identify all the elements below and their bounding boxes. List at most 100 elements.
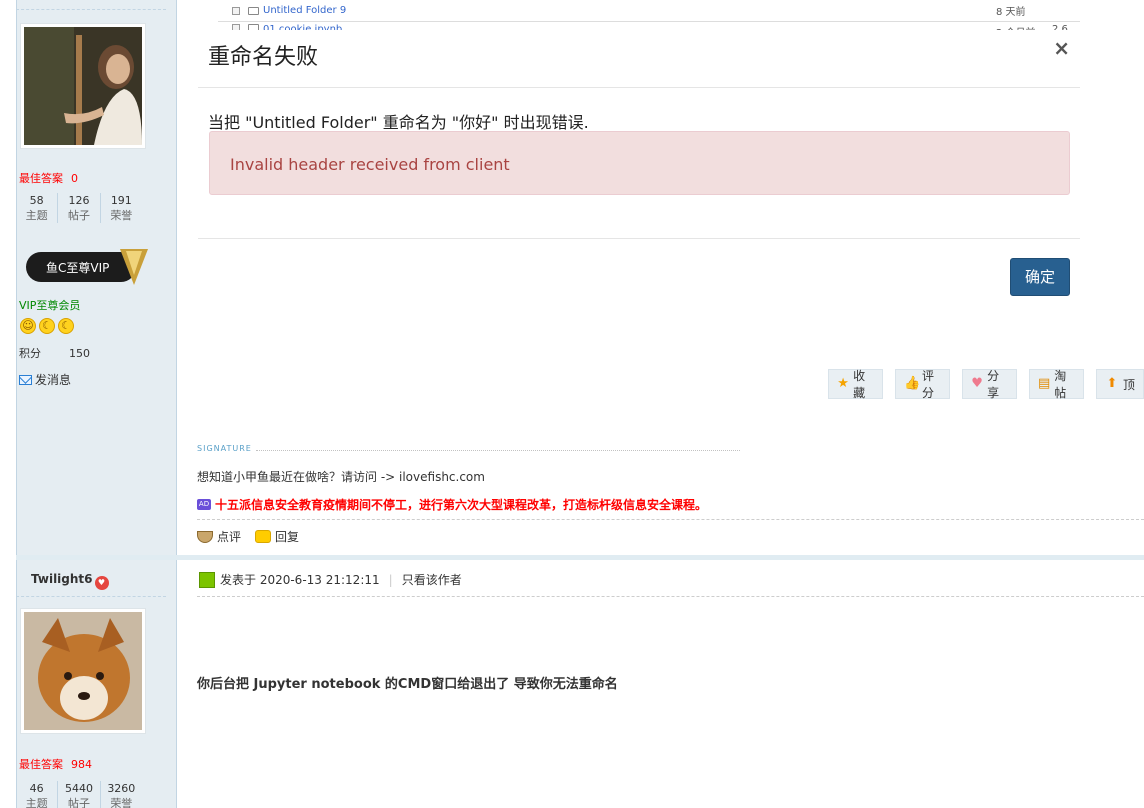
error-alert: Invalid header received from client [209, 131, 1070, 195]
collect-button[interactable]: ▤ 淘帖 [1029, 369, 1084, 400]
avatar-image [24, 612, 142, 730]
divider [197, 519, 1144, 520]
post-time: 发表于 2020-6-13 21:12:11 [220, 573, 380, 587]
smile-medal-icon[interactable]: ☺ [20, 318, 36, 334]
points-label: 积分 [19, 347, 41, 360]
post-body: 你后台把 Jupyter notebook 的CMD窗口给退出了 导致你无法重命… [197, 677, 618, 692]
reply-button[interactable]: 回复 [255, 528, 299, 545]
action-label: 收藏 [853, 369, 866, 400]
close-icon[interactable]: × [1053, 36, 1070, 60]
vip-group[interactable]: VIP至尊会员 [19, 297, 80, 313]
action-label: 评分 [922, 369, 935, 400]
up-arrow-icon: ⬆ [1106, 376, 1118, 391]
comment-button[interactable]: 点评 [197, 528, 241, 545]
heart-badge-icon: ♥ [94, 576, 109, 590]
avatar-image [24, 27, 142, 145]
action-label: 分享 [987, 369, 1000, 400]
signature-header: SIGNATURE [197, 444, 252, 453]
dialog-divider [198, 87, 1080, 88]
promo-text: 十五派信息安全教育疫情期间不停工，进行第六次大型课程改革，打造标杆级信息安全课程… [215, 498, 708, 512]
file-row[interactable]: Untitled Folder 9 8 天前 [218, 0, 1080, 22]
page: 最佳答案 0 58 主题 126 帖子 191 荣誉 鱼C至尊VIP VIP至尊会员 ☺… [0, 0, 1144, 808]
avatar[interactable] [20, 608, 146, 734]
folder-icon [248, 6, 259, 15]
dialog-title: 重命名失败 [208, 45, 319, 70]
rate-button[interactable]: 👍 评分 [895, 369, 950, 400]
username-text: Twilight6 [31, 572, 93, 586]
stat-value: 191 [110, 194, 132, 207]
ok-button[interactable]: 确定 [1010, 258, 1070, 296]
file-list-background: Untitled Folder 9 8 天前 01 cookie.ipynb 2… [218, 0, 1080, 34]
file-name[interactable]: Untitled Folder 9 [263, 5, 346, 16]
divider [197, 596, 1144, 597]
user-stats: 58 主题 126 帖子 191 荣誉 [16, 193, 142, 223]
best-answer-label: 最佳答案 [19, 758, 63, 771]
vip-badge: 鱼C至尊VIP [26, 249, 148, 285]
reply-label: 回复 [275, 530, 300, 544]
signature-text[interactable]: 想知道小甲鱼最近在做啥？请访问 -> ilovefishc.com [197, 468, 485, 485]
file-date: 8 天前 [996, 7, 1026, 18]
comment-label: 点评 [217, 530, 242, 544]
stat-value: 46 [29, 782, 44, 795]
stat-posts[interactable]: 5440 帖子 [57, 781, 99, 808]
heart-icon: ♥ [971, 376, 983, 391]
tray-icon: ▤ [1038, 376, 1051, 391]
username[interactable]: Twilight6 ♥ [31, 572, 109, 590]
action-label: 淘帖 [1054, 369, 1067, 400]
reply-bar: 点评 回复 [197, 528, 299, 545]
vip-badge-label: 鱼C至尊VIP [46, 260, 109, 275]
stat-label: 主题 [25, 209, 48, 222]
speech-bubble-icon [255, 530, 272, 543]
online-status-icon [199, 571, 215, 588]
stat-topics[interactable]: 46 主题 [16, 781, 57, 808]
action-label: 顶 [1123, 377, 1136, 392]
signature-divider [256, 450, 740, 451]
avatar[interactable] [20, 23, 146, 149]
post-separator [16, 555, 1144, 560]
stat-honor[interactable]: 3260 荣誉 [99, 781, 142, 808]
rename-failed-dialog: 重命名失败 × 当把 "Untitled Folder" 重命名为 "你好" 时… [198, 30, 1080, 300]
dialog-message: 当把 "Untitled Folder" 重命名为 "你好" 时出现错误. [208, 113, 589, 132]
user-stats: 46 主题 5440 帖子 3260 荣誉 [16, 781, 142, 808]
separator: | [388, 572, 393, 587]
stat-value: 126 [68, 194, 90, 207]
stat-value: 5440 [64, 782, 93, 795]
error-text: Invalid header received from client [230, 155, 510, 174]
points: 积分 150 [19, 345, 90, 361]
stat-label: 荣誉 [110, 797, 133, 808]
mail-icon [19, 374, 32, 385]
post-meta: 发表于 2020-6-13 21:12:11 | 只看该作者 [199, 571, 462, 588]
coffee-icon [197, 530, 213, 543]
stat-label: 帖子 [67, 797, 90, 808]
stat-posts[interactable]: 126 帖子 [57, 193, 99, 223]
share-button[interactable]: ♥ 分享 [962, 369, 1017, 400]
favorite-button[interactable]: ★ 收藏 [828, 369, 883, 400]
best-answer: 最佳答案 984 [19, 756, 92, 772]
best-answer-label: 最佳答案 [19, 172, 63, 185]
sidebar-divider [16, 9, 166, 10]
only-author-link[interactable]: 只看该作者 [402, 571, 462, 588]
stat-topics[interactable]: 58 主题 [16, 193, 57, 223]
stat-honor[interactable]: 191 荣誉 [99, 193, 142, 223]
stat-label: 主题 [25, 797, 48, 808]
promo-link[interactable]: AD 十五派信息安全教育疫情期间不停工，进行第六次大型课程改革，打造标杆级信息安… [197, 496, 707, 513]
medals: ☺ ☾ ☾ [20, 318, 74, 334]
stat-label: 帖子 [67, 209, 90, 222]
moon-medal-icon[interactable]: ☾ [58, 318, 74, 334]
sidebar-divider [16, 596, 166, 597]
best-answer-value: 984 [71, 758, 92, 771]
checkbox[interactable] [232, 6, 240, 15]
send-message-label: 发消息 [35, 373, 72, 387]
moon-medal-icon[interactable]: ☾ [39, 318, 55, 334]
send-message-link[interactable]: 发消息 [19, 371, 71, 388]
bump-button[interactable]: ⬆ 顶 [1096, 369, 1144, 399]
stat-value: 58 [29, 194, 44, 207]
best-answer: 最佳答案 0 [19, 170, 78, 186]
stat-value: 3260 [107, 782, 136, 795]
star-icon: ★ [837, 376, 849, 391]
ad-badge: AD [197, 499, 211, 510]
thumbs-up-icon: 👍 [904, 376, 921, 391]
best-answer-value: 0 [71, 172, 78, 185]
post-actions: ★ 收藏 👍 评分 ♥ 分享 ▤ 淘帖 ⬆ 顶 [828, 369, 1144, 400]
stat-label: 荣誉 [110, 209, 133, 222]
